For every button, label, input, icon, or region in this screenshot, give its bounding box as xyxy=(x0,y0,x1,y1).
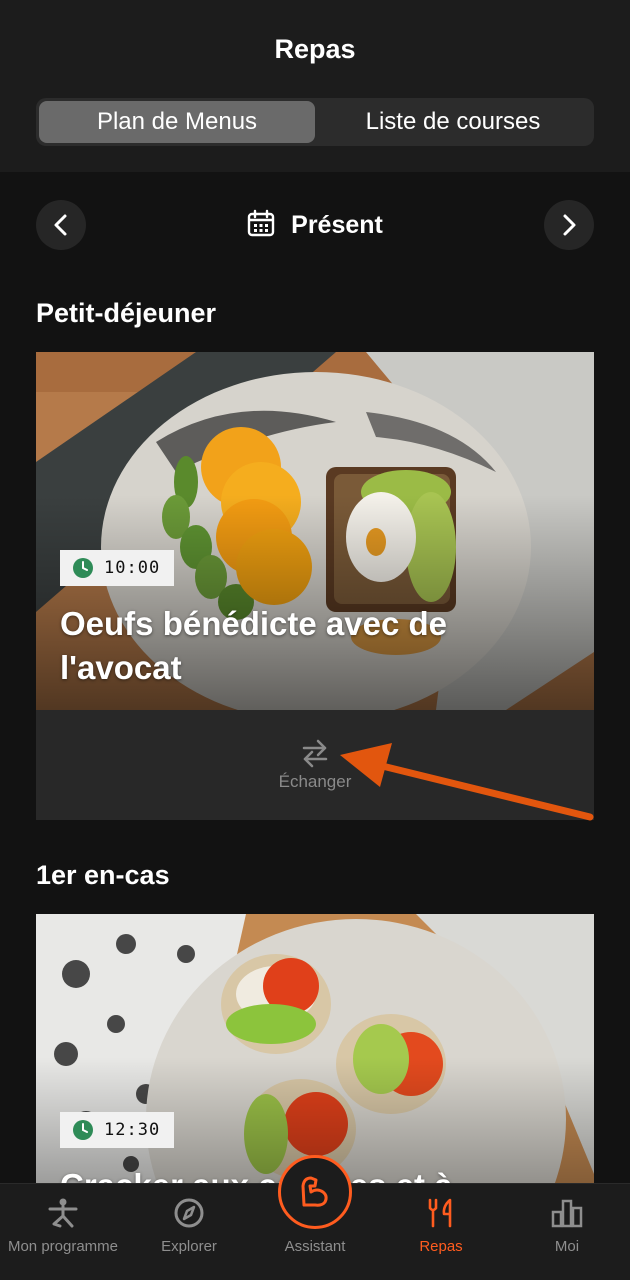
swap-arrows-icon xyxy=(302,739,328,768)
tab-explorer[interactable]: Explorer xyxy=(126,1184,252,1280)
yoga-pose-icon xyxy=(48,1198,78,1228)
tab-label: Assistant xyxy=(284,1238,346,1255)
time-badge: 12:30 xyxy=(60,1112,175,1148)
section-title-snack: 1er en-cas xyxy=(36,860,170,890)
tab-label: Moi xyxy=(554,1238,580,1255)
meal-time: 10:00 xyxy=(104,558,161,578)
meal-time: 12:30 xyxy=(104,1120,161,1140)
tab-label: Repas xyxy=(419,1238,463,1255)
fork-knife-icon xyxy=(428,1198,452,1228)
date-navigation: Présent xyxy=(0,200,630,250)
meal-photo[interactable]: 12:30 Cracker aux carottes et à xyxy=(36,914,594,1184)
date-label: Présent xyxy=(291,210,383,239)
muscle-arm-icon xyxy=(301,1176,328,1207)
tab-label: Explorer xyxy=(161,1238,217,1255)
clock-icon xyxy=(73,1120,93,1140)
meal-title: Oeufs bénédicte avec de l'avocat xyxy=(60,605,447,686)
meal-photo[interactable]: 10:00 Oeufs bénédicte avec de l'avocat xyxy=(36,352,594,710)
tab-mon-programme[interactable]: Mon programme xyxy=(0,1184,126,1280)
chevron-left-icon xyxy=(54,214,67,236)
tab-repas[interactable]: Repas xyxy=(378,1184,504,1280)
tab-moi[interactable]: Moi xyxy=(504,1184,630,1280)
annotation-arrow-icon xyxy=(340,743,594,821)
date-display: Présent xyxy=(0,200,630,250)
tab-label: Mon programme xyxy=(7,1238,119,1255)
next-day-button[interactable] xyxy=(544,200,594,250)
meal-card-snack: 12:30 Cracker aux carottes et à xyxy=(36,914,594,1184)
clock-icon xyxy=(73,558,93,578)
bar-chart-icon xyxy=(551,1199,583,1228)
tab-liste-de-courses[interactable]: Liste de courses xyxy=(315,101,591,143)
tab-plan-de-menus[interactable]: Plan de Menus xyxy=(39,101,315,143)
page-title: Repas xyxy=(274,34,356,64)
segmented-control: Plan de Menus Liste de courses xyxy=(36,98,594,146)
time-badge: 10:00 xyxy=(60,550,175,586)
header: Repas Plan de Menus Liste de courses xyxy=(0,0,630,172)
assistant-button[interactable] xyxy=(278,1155,352,1229)
compass-icon xyxy=(174,1198,204,1228)
calendar-icon xyxy=(247,209,275,242)
chevron-right-icon xyxy=(563,214,576,236)
previous-day-button[interactable] xyxy=(36,200,86,250)
section-title-breakfast: Petit-déjeuner xyxy=(36,298,217,328)
